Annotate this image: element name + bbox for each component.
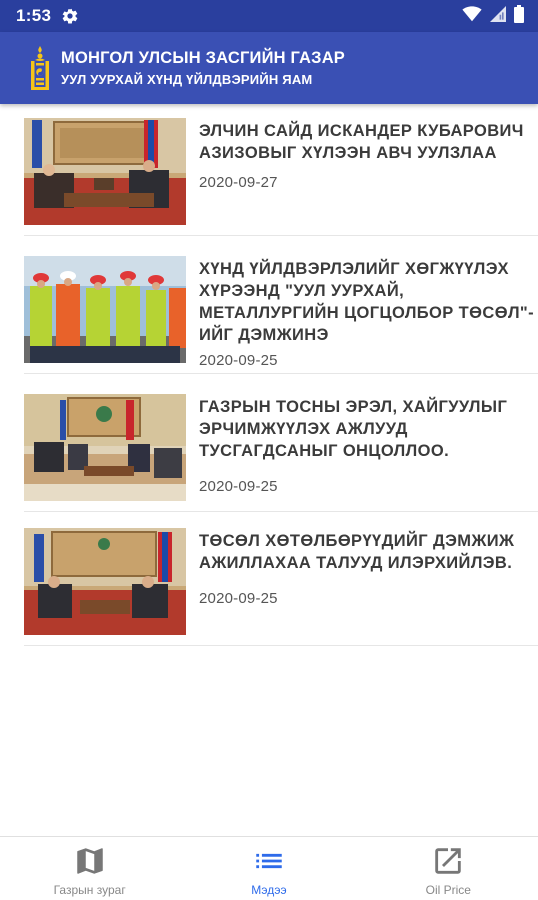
news-thumbnail [24, 256, 186, 363]
news-item[interactable]: ГАЗРЫН ТОСНЫ ЭРЭЛ, ХАЙГУУЛЫГ ЭРЧИМЖҮҮЛЭХ… [24, 394, 538, 512]
open-external-icon [430, 843, 466, 879]
signal-icon [490, 5, 506, 27]
news-title: ХҮНД ҮЙЛДВЭРЛЭЛИЙГ ХӨГЖҮҮЛЭХ ХҮРЭЭНД "УУ… [199, 260, 535, 344]
news-thumbnail [24, 528, 186, 635]
bottom-navigation: Газрын зураг Мэдээ Oil Price [0, 836, 538, 900]
news-title: ГАЗРЫН ТОСНЫ ЭРЭЛ, ХАЙГУУЛЫГ ЭРЧИМЖҮҮЛЭХ… [199, 398, 508, 460]
status-time: 1:53 [16, 6, 52, 25]
news-item[interactable]: ЭЛЧИН САЙД ИСКАНДЕР КУБАРОВИЧ АЗИЗОВЫГ Х… [24, 118, 538, 236]
news-thumbnail [24, 394, 186, 501]
nav-label-news: Мэдээ [251, 883, 287, 897]
battery-icon [514, 4, 524, 28]
app-title: МОНГОЛ УЛСЫН ЗАСГИЙН ГАЗАР [61, 48, 346, 67]
soyombo-emblem-icon [31, 46, 49, 90]
wifi-icon [462, 5, 482, 27]
news-title: ЭЛЧИН САЙД ИСКАНДЕР КУБАРОВИЧ АЗИЗОВЫГ Х… [199, 122, 524, 162]
status-icons [462, 4, 524, 28]
news-date: 2020-09-25 [199, 590, 278, 607]
news-date: 2020-09-25 [199, 352, 278, 369]
nav-item-map[interactable]: Газрын зураг [0, 837, 179, 900]
news-title: ТӨСӨЛ ХӨТӨЛБӨРҮҮДИЙГ ДЭМЖИЖ АЖИЛЛАХАА ТА… [199, 532, 515, 572]
news-item[interactable]: ХҮНД ҮЙЛДВЭРЛЭЛИЙГ ХӨГЖҮҮЛЭХ ХҮРЭЭНД "УУ… [24, 256, 538, 374]
nav-label-map: Газрын зураг [53, 883, 126, 897]
news-item[interactable]: ТӨСӨЛ ХӨТӨЛБӨРҮҮДИЙГ ДЭМЖИЖ АЖИЛЛАХАА ТА… [24, 528, 538, 646]
news-date: 2020-09-25 [199, 478, 278, 495]
status-bar: 1:53 [0, 0, 538, 32]
list-icon [251, 843, 287, 879]
news-thumbnail [24, 118, 186, 225]
nav-label-oil-price: Oil Price [425, 883, 471, 897]
news-date: 2020-09-27 [199, 174, 278, 191]
nav-item-news[interactable]: Мэдээ [179, 837, 358, 900]
map-icon [72, 843, 108, 879]
app-header: МОНГОЛ УЛСЫН ЗАСГИЙН ГАЗАР УУЛ УУРХАЙ ХҮ… [0, 32, 538, 104]
nav-item-oil-price[interactable]: Oil Price [359, 837, 538, 900]
app-subtitle: УУЛ УУРХАЙ ХҮНД ҮЙЛДВЭРИЙН ЯАМ [61, 71, 313, 87]
gear-icon [61, 7, 79, 25]
